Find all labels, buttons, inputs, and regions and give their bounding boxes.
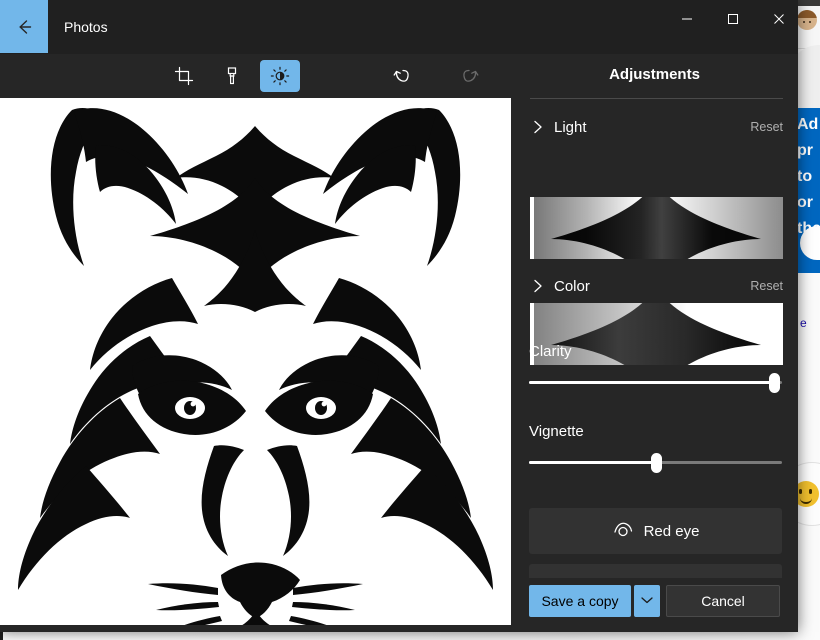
close-button[interactable]	[756, 0, 798, 38]
clarity-slider-fill	[529, 381, 774, 384]
banner-line-1: Ad	[797, 112, 820, 138]
red-eye-button[interactable]: Red eye	[529, 508, 782, 554]
action-bar: Save a copy Cancel	[511, 578, 798, 632]
save-a-copy-button[interactable]: Save a copy	[529, 585, 631, 617]
vignette-label: Vignette	[529, 423, 584, 440]
toolbar-adjustments-button[interactable]	[260, 60, 300, 92]
avatar-eye-right	[809, 21, 811, 23]
light-preview-handle[interactable]	[530, 197, 534, 259]
redo-icon	[459, 65, 481, 87]
image-canvas[interactable]	[0, 98, 511, 625]
photos-window: Photos	[0, 0, 798, 632]
section-label-color: Color	[554, 278, 750, 295]
panel-divider	[530, 98, 783, 99]
reset-light-link[interactable]: Reset	[750, 120, 783, 134]
titlebar: Photos	[0, 0, 798, 54]
toolbar-undo-button[interactable]	[382, 60, 422, 92]
clarity-slider[interactable]	[529, 373, 782, 393]
red-eye-icon	[612, 520, 634, 542]
chevron-down-icon	[640, 592, 654, 610]
tiger-face-illustration	[0, 98, 511, 625]
arrow-left-icon	[14, 17, 34, 37]
clarity-slider-thumb[interactable]	[769, 373, 780, 393]
app-title: Photos	[64, 0, 108, 54]
chevron-right-icon[interactable]	[530, 119, 546, 135]
toolbar-crop-button[interactable]	[164, 60, 204, 92]
close-icon	[773, 13, 785, 25]
undo-icon	[391, 65, 413, 87]
vignette-slider-thumb[interactable]	[651, 453, 662, 473]
background-page-link[interactable]: e	[800, 316, 807, 330]
section-label-light: Light	[554, 119, 750, 136]
avatar-eye-left	[803, 21, 805, 23]
canvas-bottom-strip	[0, 625, 511, 632]
editor-toolbar	[0, 54, 511, 98]
back-button[interactable]	[0, 0, 48, 53]
banner-line-3: to	[797, 164, 820, 190]
section-header-light[interactable]: Light Reset	[530, 115, 783, 139]
chevron-right-icon[interactable]	[530, 278, 546, 294]
section-header-color[interactable]: Color Reset	[530, 274, 783, 298]
toolbar-redo-button	[450, 60, 490, 92]
toolbar-markup-button[interactable]	[212, 60, 252, 92]
red-eye-label: Red eye	[644, 523, 700, 540]
brightness-icon	[270, 66, 290, 86]
crop-icon	[174, 66, 194, 86]
light-preview-gradient	[530, 197, 783, 259]
cancel-button[interactable]: Cancel	[666, 585, 780, 617]
reset-color-link[interactable]: Reset	[750, 279, 783, 293]
spot-fix-button[interactable]	[529, 564, 782, 578]
vignette-slider-fill	[529, 461, 656, 464]
light-preview-strip[interactable]	[530, 197, 783, 259]
save-options-dropdown-button[interactable]	[634, 585, 660, 617]
banner-line-2: pr	[797, 138, 820, 164]
banner-line-4: or	[797, 190, 820, 216]
emoji-eye-right	[809, 489, 812, 494]
emoji-eye-left	[799, 489, 802, 494]
user-avatar[interactable]	[797, 10, 817, 30]
maximize-button[interactable]	[710, 0, 756, 38]
vignette-slider[interactable]	[529, 453, 782, 473]
minimize-button[interactable]	[664, 0, 710, 38]
maximize-icon	[727, 13, 739, 25]
panel-title: Adjustments	[511, 66, 798, 83]
avatar-hair	[797, 10, 817, 18]
marker-pen-icon	[222, 66, 242, 86]
clarity-label: Clarity	[529, 343, 572, 360]
emoji-mouth	[800, 496, 812, 504]
minimize-icon	[681, 13, 693, 25]
